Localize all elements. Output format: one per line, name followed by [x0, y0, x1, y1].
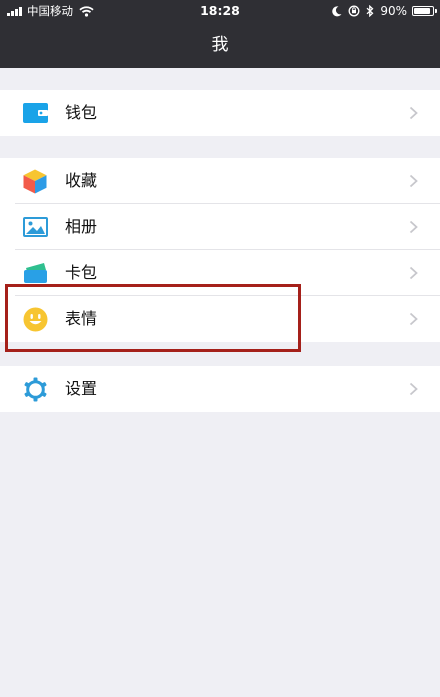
chevron-right-icon	[409, 220, 418, 234]
chevron-right-icon	[409, 266, 418, 280]
bluetooth-icon	[366, 5, 374, 17]
chevron-right-icon	[409, 312, 418, 326]
photo-album-icon	[22, 215, 48, 239]
page-title: 我	[211, 35, 229, 55]
battery-icon	[412, 6, 437, 16]
moon-icon	[332, 5, 342, 17]
menu-item-album[interactable]: 相册	[0, 204, 440, 250]
battery-tip	[435, 9, 437, 13]
menu-item-favorites[interactable]: 收藏	[0, 158, 440, 204]
chevron-right-icon	[409, 106, 418, 120]
highlight-box	[5, 284, 301, 352]
menu-item-label: 相册	[65, 217, 98, 236]
status-bar: 中国移动 18:28 90%	[0, 0, 440, 22]
menu-item-label: 钱包	[65, 103, 98, 122]
wallet-icon	[22, 101, 48, 125]
status-bar-right: 90%	[326, 3, 437, 19]
menu-item-settings[interactable]: 设置	[0, 366, 440, 412]
menu-item-wallet[interactable]: 钱包	[0, 90, 440, 136]
gear-icon	[22, 377, 48, 401]
orientation-lock-icon	[348, 5, 360, 17]
cube-icon	[22, 169, 48, 193]
battery-level-fill	[414, 8, 431, 14]
menu-item-label: 设置	[65, 379, 98, 398]
chevron-right-icon	[409, 174, 418, 188]
menu-item-label: 收藏	[65, 171, 98, 190]
card-wallet-icon	[22, 261, 48, 285]
settings-section: 设置	[0, 366, 440, 412]
battery-percentage: 90%	[380, 4, 407, 18]
chevron-right-icon	[409, 382, 418, 396]
wallet-section: 钱包	[0, 90, 440, 136]
navigation-bar: 我	[0, 22, 440, 68]
